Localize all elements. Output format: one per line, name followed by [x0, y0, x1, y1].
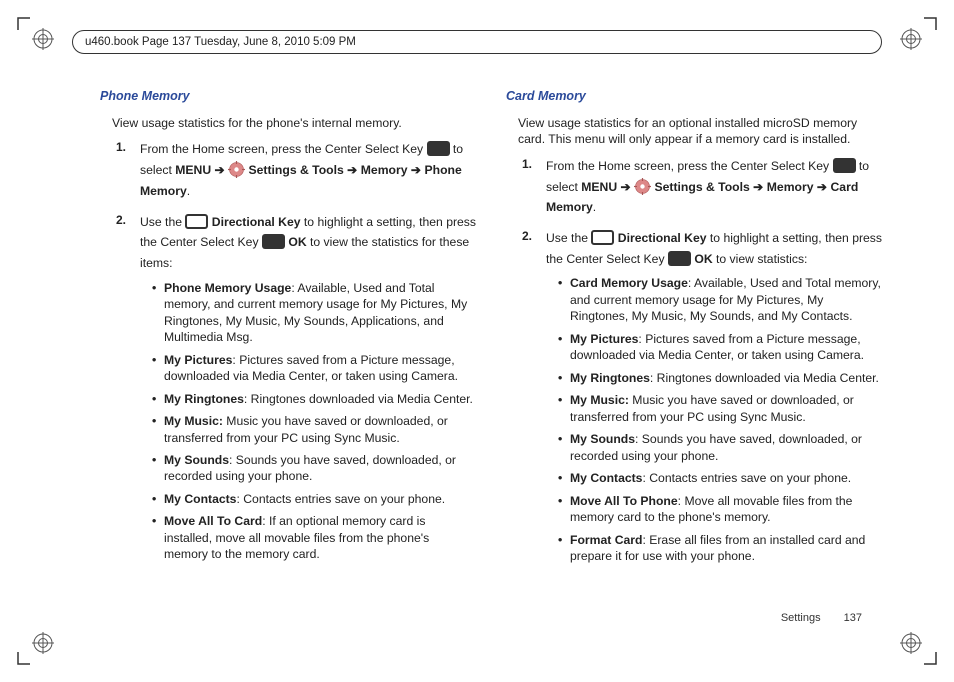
center-select-key-icon: [262, 234, 285, 249]
center-select-key-icon: [833, 158, 856, 173]
directional-key-icon: [185, 214, 208, 229]
gear-icon: [634, 178, 651, 195]
registration-mark-br: [900, 632, 922, 654]
column-phone-memory: Phone Memory View usage statistics for t…: [100, 88, 476, 626]
page-content: Phone Memory View usage statistics for t…: [100, 88, 882, 626]
step-2-phone: 2. Use the Directional Key to highlight …: [122, 212, 476, 563]
crop-mark-tr: [924, 6, 948, 30]
book-header: u460.book Page 137 Tuesday, June 8, 2010…: [72, 30, 882, 54]
bullet-card-usage: Card Memory Usage: Available, Used and T…: [558, 275, 882, 324]
bullet-my-ringtones: My Ringtones: Ringtones downloaded via M…: [152, 391, 476, 407]
bullet-move-all-phone: Move All To Phone: Move all movable file…: [558, 493, 882, 526]
bullet-my-contacts: My Contacts: Contacts entries save on yo…: [558, 470, 882, 486]
bullet-phone-usage: Phone Memory Usage: Available, Used and …: [152, 280, 476, 346]
crop-mark-br: [924, 652, 948, 676]
page-footer: Settings 137: [781, 612, 862, 624]
registration-mark-bl: [32, 632, 54, 654]
registration-mark-tl: [32, 28, 54, 50]
bullet-my-contacts: My Contacts: Contacts entries save on yo…: [152, 491, 476, 507]
bullet-my-pictures: My Pictures: Pictures saved from a Pictu…: [558, 331, 882, 364]
bullet-my-sounds: My Sounds: Sounds you have saved, downlo…: [558, 431, 882, 464]
bullet-my-music: My Music: Music you have saved or downlo…: [152, 413, 476, 446]
section-title-card: Card Memory: [506, 88, 882, 105]
step-1-card: 1. From the Home screen, press the Cente…: [528, 156, 882, 218]
section-title-phone: Phone Memory: [100, 88, 476, 105]
bullet-my-ringtones: My Ringtones: Ringtones downloaded via M…: [558, 370, 882, 386]
bullet-my-music: My Music: Music you have saved or downlo…: [558, 392, 882, 425]
book-header-text: u460.book Page 137 Tuesday, June 8, 2010…: [85, 36, 356, 48]
bullet-my-pictures: My Pictures: Pictures saved from a Pictu…: [152, 352, 476, 385]
directional-key-icon: [591, 230, 614, 245]
bullet-my-sounds: My Sounds: Sounds you have saved, downlo…: [152, 452, 476, 485]
step-2-card: 2. Use the Directional Key to highlight …: [528, 228, 882, 565]
step-1-phone: 1. From the Home screen, press the Cente…: [122, 139, 476, 201]
intro-card: View usage statistics for an optional in…: [506, 115, 882, 148]
footer-page-number: 137: [844, 612, 862, 624]
center-select-key-icon: [427, 141, 450, 156]
footer-section: Settings: [781, 612, 821, 624]
center-select-key-icon: [668, 251, 691, 266]
bullet-format-card: Format Card: Erase all files from an ins…: [558, 532, 882, 565]
bullet-move-all-card: Move All To Card: If an optional memory …: [152, 513, 476, 562]
column-card-memory: Card Memory View usage statistics for an…: [506, 88, 882, 626]
crop-mark-bl: [6, 652, 30, 676]
gear-icon: [228, 161, 245, 178]
crop-mark-tl: [6, 6, 30, 30]
intro-phone: View usage statistics for the phone's in…: [100, 115, 476, 131]
registration-mark-tr: [900, 28, 922, 50]
